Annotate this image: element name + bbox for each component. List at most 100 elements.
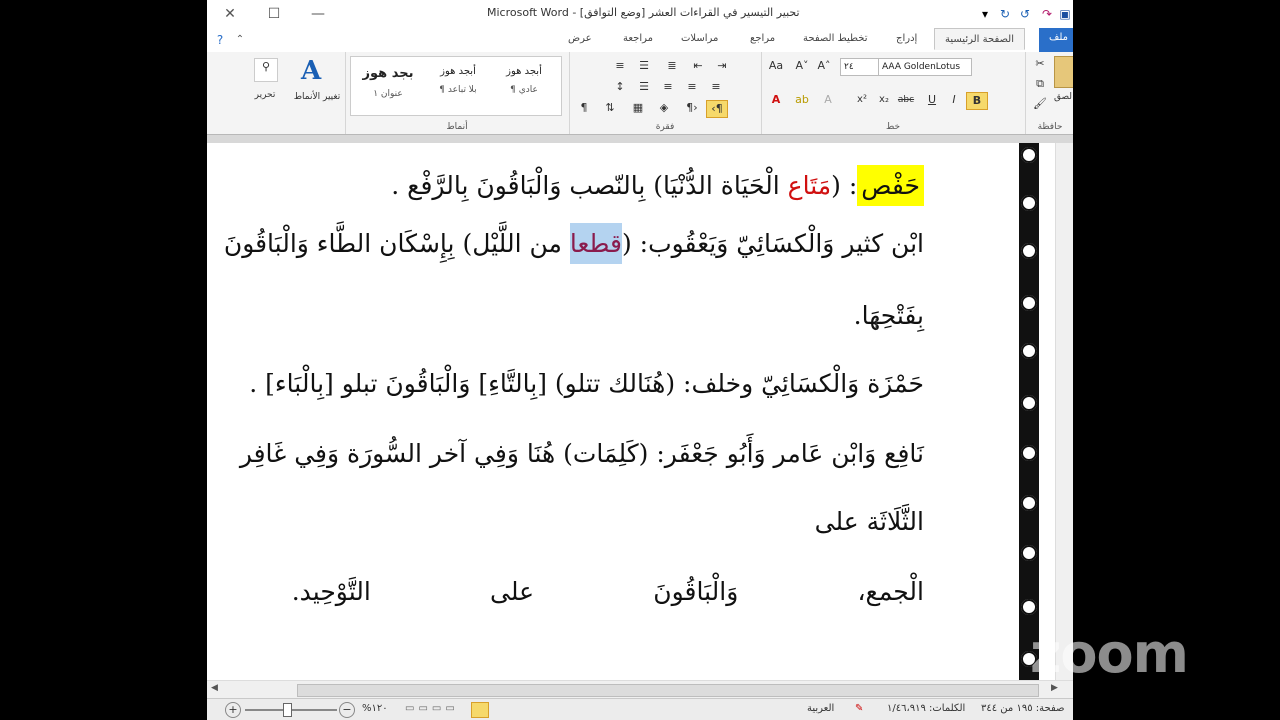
scroll-left-icon[interactable]: ◀: [211, 683, 218, 693]
tab-review[interactable]: مراجعة: [617, 31, 659, 46]
shading-icon[interactable]: ◈: [654, 100, 674, 116]
highlighted-word: حَفْص: [857, 165, 924, 206]
status-bar: + − %١٢٠ ▭▭▭▭ العربية ✎ الكلمات: ١/٤٦،٩١…: [207, 698, 1073, 720]
horizontal-scroll-thumb[interactable]: [297, 684, 1039, 697]
style-normal-name: ¶ عادي: [510, 85, 538, 95]
tab-home[interactable]: الصفحة الرئيسية: [934, 28, 1025, 50]
format-painter-icon[interactable]: 🖌: [1030, 96, 1050, 112]
zoom-in-icon[interactable]: +: [225, 702, 241, 718]
bold-icon[interactable]: B: [966, 92, 988, 110]
text-effects-icon[interactable]: A: [818, 92, 838, 108]
decrease-indent-icon[interactable]: ⇤: [688, 58, 708, 74]
page-border-decoration: [1019, 143, 1039, 680]
doc-line-3: بِفَتْحِهَا.: [853, 301, 924, 330]
minimize-button[interactable]: —: [305, 4, 331, 24]
flower-ornament-icon: [1021, 445, 1037, 461]
page-number[interactable]: صفحة: ١٩٥ من ٣٤٤: [981, 703, 1065, 714]
flower-ornament-icon: [1021, 495, 1037, 511]
save-icon[interactable]: ▣: [1057, 5, 1073, 23]
word-count[interactable]: الكلمات: ١/٤٦،٩١٩: [887, 703, 965, 714]
tab-page-layout[interactable]: تخطيط الصفحة: [797, 31, 874, 46]
doc-line-1: حَفْص: (مَتَاع الْحَيَاة الدُّنْيَا) بِا…: [391, 157, 924, 215]
change-styles-group: A تغيير الأنماط: [291, 52, 343, 134]
change-case-icon[interactable]: Aa: [766, 58, 786, 74]
close-button[interactable]: ✕: [217, 4, 243, 24]
vertical-scrollbar[interactable]: [1055, 143, 1073, 680]
strikethrough-icon[interactable]: abc: [896, 92, 916, 108]
style-no-spacing[interactable]: أبجد هوز ¶ بلا تباعد: [428, 58, 488, 106]
zoom-slider-thumb[interactable]: [283, 703, 292, 717]
flower-ornament-icon: [1021, 599, 1037, 615]
subscript-icon[interactable]: x₂: [874, 92, 894, 108]
line-spacing-icon[interactable]: ↕: [610, 79, 630, 95]
word-window: ✕ ☐ — تحبير التيسير في القراءات العشر [و…: [207, 0, 1073, 720]
tab-file[interactable]: ملف: [1039, 28, 1073, 54]
sort-icon[interactable]: ⇅: [600, 100, 620, 116]
editing-label[interactable]: تحرير: [247, 90, 283, 100]
style-heading1-name: عنوان ١: [373, 89, 403, 99]
zoom-out-icon[interactable]: −: [339, 702, 355, 718]
doc-line-7: الْجمع، وَالْبَاقُونَ على التَّوْحِيد.: [291, 577, 924, 606]
maximize-button[interactable]: ☐: [261, 4, 287, 24]
style-normal-sample: أبجد هوز: [506, 66, 542, 77]
proofing-icon[interactable]: ✎: [855, 703, 863, 714]
ribbon: ⚲ تحرير A تغيير الأنماط أبجد هوز ¶ عادي …: [207, 52, 1073, 135]
copy-icon[interactable]: ⧉: [1030, 76, 1050, 92]
paste-icon[interactable]: [1054, 56, 1073, 88]
grow-font-icon[interactable]: A˄: [814, 58, 834, 74]
numbering-icon[interactable]: ≡: [610, 58, 630, 74]
horizontal-scrollbar[interactable]: ◀ ▶: [207, 680, 1073, 699]
shrink-font-icon[interactable]: A˅: [792, 58, 812, 74]
justify-icon[interactable]: ☰: [634, 79, 654, 95]
show-marks-icon[interactable]: ¶: [574, 100, 594, 116]
align-right-icon[interactable]: ≡: [658, 79, 678, 95]
tab-view[interactable]: عرض: [562, 31, 598, 46]
tab-references[interactable]: مراجع: [744, 31, 781, 46]
doc-line-5: نَافِع وَابْن عَامر وَأَبُو جَعْفَر: (كَ…: [239, 439, 924, 468]
document-page[interactable]: حَفْص: (مَتَاع الْحَيَاة الدُّنْيَا) بِا…: [207, 143, 1019, 680]
rtl-icon[interactable]: ‹¶: [706, 100, 728, 118]
paste-label[interactable]: لصق: [1054, 92, 1072, 102]
customize-qat-icon[interactable]: ▾: [977, 5, 993, 23]
flower-ornament-icon: [1021, 545, 1037, 561]
repeat-icon[interactable]: ↻: [997, 5, 1013, 23]
change-styles-label[interactable]: تغيير الأنماط: [291, 92, 343, 102]
zoom-level[interactable]: %١٢٠: [362, 703, 388, 714]
change-styles-icon[interactable]: A: [301, 56, 321, 86]
style-normal[interactable]: أبجد هوز ¶ عادي: [494, 58, 554, 106]
highlight-icon[interactable]: ab: [792, 92, 812, 108]
tab-mailings[interactable]: مراسلات: [675, 31, 724, 46]
font-color-icon[interactable]: A: [766, 92, 786, 108]
doc-line-2: ابْن كثير وَالْكسَائِيّ وَيَعْقُوب: (قطع…: [224, 223, 924, 264]
align-left-icon[interactable]: ≡: [706, 79, 726, 95]
bullets-icon[interactable]: ☰: [634, 58, 654, 74]
borders-icon[interactable]: ▦: [628, 100, 648, 116]
font-name-combo[interactable]: AAA GoldenLotus: [878, 58, 972, 76]
center-icon[interactable]: ≡: [682, 79, 702, 95]
view-buttons[interactable]: ▭▭▭▭: [405, 703, 459, 714]
ltr-icon[interactable]: ¶›: [682, 100, 702, 116]
editing-group: ⚲ تحرير: [245, 52, 285, 134]
style-heading1[interactable]: بجد هوز عنوان ١: [358, 58, 418, 106]
cut-icon[interactable]: ✂: [1030, 56, 1050, 72]
horizontal-ruler: [207, 135, 1073, 143]
superscript-icon[interactable]: x²: [852, 92, 872, 108]
underline-icon[interactable]: U: [922, 92, 942, 108]
undo-icon[interactable]: ↺: [1017, 5, 1033, 23]
flower-ornament-icon: [1021, 147, 1037, 163]
increase-indent-icon[interactable]: ⇥: [712, 58, 732, 74]
multilevel-icon[interactable]: ≣: [662, 58, 682, 74]
styles-group-label: أنماط: [446, 122, 468, 132]
print-layout-view-icon[interactable]: [471, 702, 489, 718]
collapse-ribbon-icon[interactable]: ⌃: [227, 30, 253, 50]
doc-line-4: حَمْزَة وَالْكسَائِيّ وخلف: (هُنَالك تتل…: [249, 369, 924, 398]
font-size-combo[interactable]: ٢٤: [840, 58, 880, 76]
redo-icon[interactable]: ↷: [1039, 5, 1055, 23]
tab-insert[interactable]: إدراج: [890, 31, 923, 46]
flower-ornament-icon: [1021, 395, 1037, 411]
red-word: مَتَاع: [787, 171, 832, 200]
zoom-watermark-logo: zoom: [1030, 622, 1189, 685]
language-indicator[interactable]: العربية: [807, 703, 834, 714]
binoculars-icon[interactable]: ⚲: [254, 58, 278, 82]
italic-icon[interactable]: I: [944, 92, 964, 108]
